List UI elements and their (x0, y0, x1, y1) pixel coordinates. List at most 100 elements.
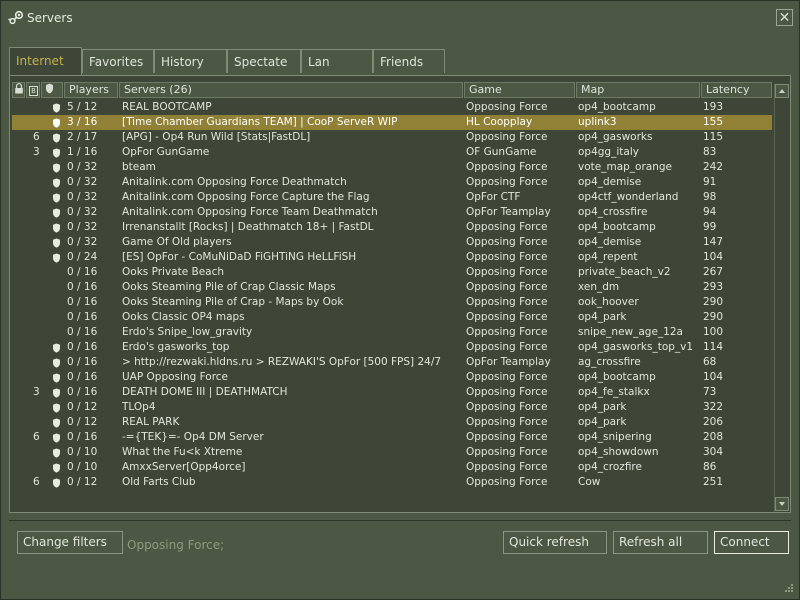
latency-value: 147 (703, 236, 724, 248)
quick-refresh-button[interactable]: Quick refresh (503, 531, 607, 554)
bots-count (33, 100, 47, 115)
map-name: op4_snipering (578, 431, 652, 443)
column-bots[interactable]: B (26, 82, 40, 98)
refresh-all-button[interactable]: Refresh all (613, 531, 708, 554)
table-row[interactable]: 0 / 24 [ES] OpFor - CoMuNiDaD FiGHTiNG He… (12, 250, 772, 265)
column-game[interactable]: Game (464, 82, 575, 98)
column-servers[interactable]: Servers (26) (119, 82, 463, 98)
server-name: > http://rezwaki.hldns.ru > REZWAKI'S Op… (122, 356, 442, 368)
server-name: Anitalink.com Opposing Force Deathmatch (122, 176, 347, 188)
bots-count: 6 (33, 476, 40, 488)
column-latency[interactable]: Latency (701, 82, 772, 98)
server-name: Erdo's Snipe_low_gravity (122, 326, 253, 338)
table-row[interactable]: 6 0 / 16 -={TEK}=- Op4 DM Server Opposing F… (12, 430, 772, 445)
game-name: Opposing Force (466, 401, 548, 413)
game-name: Opposing Force (466, 311, 548, 323)
steam-logo-icon (8, 10, 24, 25)
table-row[interactable]: 0 / 16 UAP Opposing Force Opposing Force op… (12, 370, 772, 385)
server-name: Anitalink.com Opposing Force Team Deathm… (122, 206, 378, 218)
players-count: 0 / 16 (67, 326, 98, 338)
tab-friends[interactable]: Friends (373, 49, 445, 73)
map-name: op4_repent (578, 251, 638, 263)
players-count: 0 / 10 (67, 446, 98, 458)
table-row[interactable]: 0 / 32 Anitalink.com Opposing Force Team … (12, 205, 772, 220)
server-list-panel: B Players Servers (26) Game Map Latency … (9, 75, 791, 513)
table-row[interactable]: 0 / 32 Irrenanstallt [Rocks] | Deathmatch… (12, 220, 772, 235)
secure-shield-icon (53, 238, 60, 248)
latency-value: 242 (703, 161, 724, 173)
table-row[interactable]: 3 0 / 16 DEATH DOME III | DEATHMATCH Opposi… (12, 385, 772, 400)
players-count: 0 / 12 (67, 476, 98, 488)
secure-shield-icon (53, 148, 60, 158)
bots-count (33, 250, 47, 265)
table-row[interactable]: 0 / 16 Ooks Classic OP4 maps Opposing Forc… (12, 310, 772, 325)
server-list[interactable]: B Players Servers (26) Game Map Latency … (12, 82, 772, 510)
latency-value: 290 (703, 311, 724, 323)
latency-value: 322 (703, 401, 724, 413)
table-row[interactable]: 0 / 10 What the Fu<k Xtreme Opposing Force… (12, 445, 772, 460)
bots-count (33, 235, 47, 250)
table-row[interactable]: 0 / 10 AmxxServer[Opp4orce] Opposing Force… (12, 460, 772, 475)
players-count: 0 / 16 (67, 386, 98, 398)
change-filters-button[interactable]: Change filters (17, 531, 123, 554)
connect-button[interactable]: Connect (714, 531, 789, 554)
title-bar[interactable]: Servers ✕ (1, 1, 799, 35)
server-name: Ooks Steaming Pile of Crap Classic Maps (122, 281, 336, 293)
table-row[interactable]: 0 / 16 Ooks Private Beach Opposing Force pr… (12, 265, 772, 280)
map-name: private_beach_v2 (578, 266, 671, 278)
table-row[interactable]: 0 / 32 Anitalink.com Opposing Force Captu… (12, 190, 772, 205)
game-name: OpFor CTF (466, 191, 521, 203)
table-row[interactable]: 0 / 16 Ooks Steaming Pile of Crap Classic… (12, 280, 772, 295)
table-row[interactable]: 0 / 16 Erdo's Snipe_low_gravity Opposing F… (12, 325, 772, 340)
players-count: 0 / 32 (67, 191, 98, 203)
secure-shield-icon (53, 133, 60, 143)
tab-history[interactable]: History (154, 49, 227, 73)
secure-shield-icon (53, 223, 60, 233)
game-name: Opposing Force (466, 476, 548, 488)
table-row[interactable]: 0 / 16 Ooks Steaming Pile of Crap - Maps … (12, 295, 772, 310)
game-name: Opposing Force (466, 266, 548, 278)
resize-grip-icon[interactable] (783, 582, 795, 594)
bots-count (33, 355, 47, 370)
column-map[interactable]: Map (576, 82, 700, 98)
bots-count (33, 340, 47, 355)
column-secure[interactable] (41, 82, 63, 98)
table-row[interactable]: 3 1 / 16 OpFor GunGame OF GunGame op4gg_ital… (12, 145, 772, 160)
table-row[interactable]: 6 2 / 17 [APG] - Op4 Run Wild [Stats|FastD… (12, 130, 772, 145)
game-name: Opposing Force (466, 296, 548, 308)
tab-favorites[interactable]: Favorites (82, 49, 154, 73)
column-players[interactable]: Players (64, 82, 118, 98)
server-name: Erdo's gasworks_top (122, 341, 230, 353)
table-row[interactable]: 0 / 16 > http://rezwaki.hldns.ru > REZWAK… (12, 355, 772, 370)
latency-value: 251 (703, 476, 724, 488)
table-row[interactable]: 3 / 16 [Time Chamber Guardians TEAM] | Co… (12, 115, 772, 130)
table-row[interactable]: 5 / 12 REAL BOOTCAMP Opposing Force op4_boo… (12, 100, 772, 115)
players-count: 0 / 16 (67, 311, 98, 323)
tab-lan[interactable]: Lan (301, 49, 373, 73)
table-row[interactable]: 0 / 12 TLOp4 Opposing Force op4_park 322 (12, 400, 772, 415)
vertical-scrollbar[interactable] (774, 84, 789, 512)
map-name: uplink3 (578, 116, 617, 128)
map-name: op4_showdown (578, 446, 659, 458)
table-row[interactable]: 0 / 16 Erdo's gasworks_top Opposing Force o… (12, 340, 772, 355)
close-button[interactable]: ✕ (776, 9, 793, 26)
secure-shield-icon (53, 388, 60, 398)
map-name: op4_bootcamp (578, 371, 656, 383)
tab-internet[interactable]: Internet (9, 47, 82, 75)
game-name: OF GunGame (466, 146, 537, 158)
scroll-up-button[interactable] (775, 84, 789, 98)
bots-count (33, 115, 47, 130)
tab-spectate[interactable]: Spectate (227, 49, 301, 73)
table-row[interactable]: 0 / 32 Anitalink.com Opposing Force Death… (12, 175, 772, 190)
latency-value: 83 (703, 146, 717, 158)
shield-icon (46, 83, 53, 94)
secure-shield-icon (53, 448, 60, 458)
bots-count (33, 445, 47, 460)
table-row[interactable]: 0 / 32 Game Of Old players Opposing Force o… (12, 235, 772, 250)
column-password[interactable] (12, 82, 25, 98)
table-row[interactable]: 6 0 / 12 Old Farts Club Opposing Force Cow 25… (12, 475, 772, 490)
table-row[interactable]: 0 / 32 bteam Opposing Force vote_map_orange… (12, 160, 772, 175)
table-row[interactable]: 0 / 12 REAL PARK Opposing Force op4_park 206 (12, 415, 772, 430)
map-name: op4_park (578, 311, 627, 323)
scroll-down-button[interactable] (775, 497, 789, 511)
